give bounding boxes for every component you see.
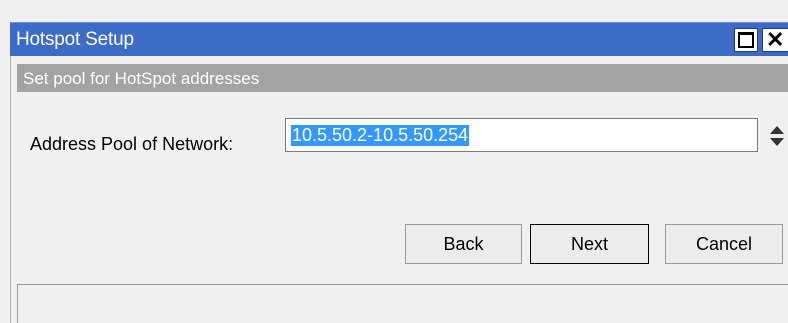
close-icon: ✕ [766,27,785,52]
window-title: Hotspot Setup [16,29,134,50]
hotspot-setup-window: Hotspot Setup ✕ Set pool for HotSpot add… [0,0,788,323]
maximize-icon [738,32,754,48]
maximize-button[interactable] [734,28,758,52]
status-bar [17,284,788,323]
next-button[interactable]: Next [530,224,649,264]
title-bar[interactable]: Hotspot Setup ✕ [10,22,788,56]
section-header: Set pool for HotSpot addresses [17,64,788,92]
dialog-body: Set pool for HotSpot addresses Address P… [10,56,788,323]
section-header-text: Set pool for HotSpot addresses [23,69,260,88]
close-button[interactable]: ✕ [762,27,788,52]
cancel-button[interactable]: Cancel [665,224,783,264]
address-pool-value: 10.5.50.2-10.5.50.254 [291,125,470,146]
address-pool-label: Address Pool of Network: [30,134,234,154]
back-button[interactable]: Back [405,224,522,264]
up-down-arrows-icon[interactable] [769,125,785,147]
address-pool-input[interactable]: 10.5.50.2-10.5.50.254 [285,118,758,152]
